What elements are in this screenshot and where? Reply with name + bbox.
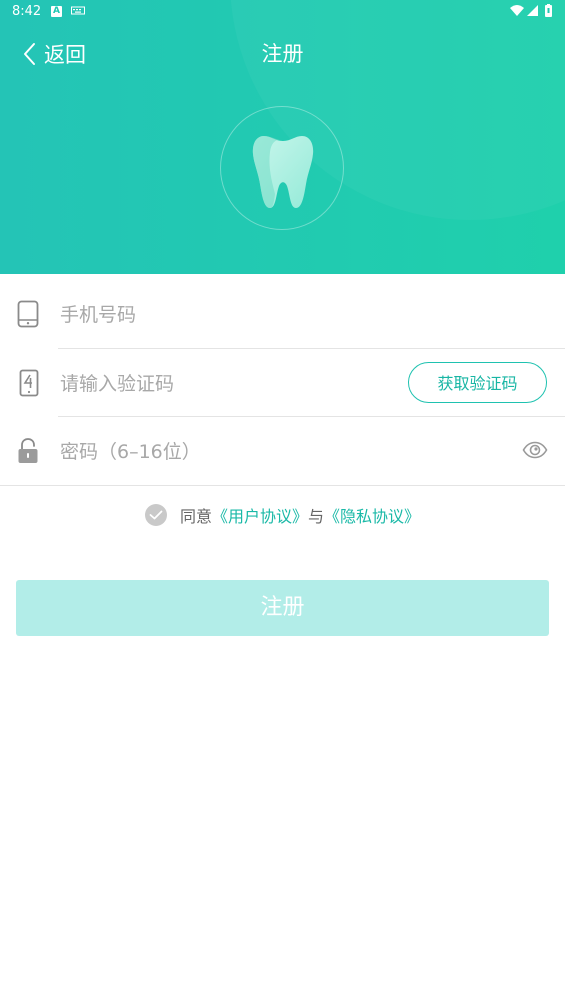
lock-icon bbox=[18, 438, 38, 463]
agreement-prefix: 同意 bbox=[179, 507, 212, 526]
tooth-icon bbox=[252, 136, 314, 208]
phone-icon bbox=[17, 300, 39, 328]
register-button[interactable]: 注册 bbox=[16, 580, 549, 636]
page-title: 注册 bbox=[261, 42, 304, 66]
notification-a-icon: A bbox=[51, 6, 62, 17]
status-bar: 8:42 A bbox=[0, 0, 565, 24]
agreement-conjunction: 与 bbox=[308, 507, 325, 526]
privacy-policy-link[interactable]: 《隐私协议》 bbox=[324, 503, 420, 527]
sms-code-icon bbox=[19, 369, 39, 397]
get-code-button[interactable]: 获取验证码 bbox=[408, 362, 547, 403]
header: 8:42 A 返回 注册 bbox=[0, 0, 565, 274]
signal-icon bbox=[527, 5, 538, 16]
divider bbox=[0, 485, 565, 486]
app-logo bbox=[220, 106, 344, 230]
check-icon bbox=[149, 510, 163, 520]
eye-icon[interactable] bbox=[522, 441, 548, 459]
battery-icon bbox=[545, 4, 552, 17]
agreement-row: 同意 《用户协议》 与 《隐私协议》 bbox=[0, 500, 565, 530]
status-time: 8:42 bbox=[12, 4, 42, 19]
password-row bbox=[0, 417, 565, 485]
wifi-icon bbox=[510, 5, 524, 16]
status-indicators bbox=[509, 4, 555, 22]
user-agreement-link[interactable]: 《用户协议》 bbox=[212, 503, 308, 527]
keyboard-icon bbox=[71, 5, 85, 20]
verification-code-input[interactable] bbox=[58, 363, 392, 405]
code-row: 获取验证码 bbox=[0, 349, 565, 417]
phone-input[interactable] bbox=[58, 294, 392, 336]
password-input[interactable] bbox=[58, 431, 392, 473]
agreement-checkbox[interactable] bbox=[144, 504, 167, 526]
phone-row bbox=[0, 280, 565, 348]
